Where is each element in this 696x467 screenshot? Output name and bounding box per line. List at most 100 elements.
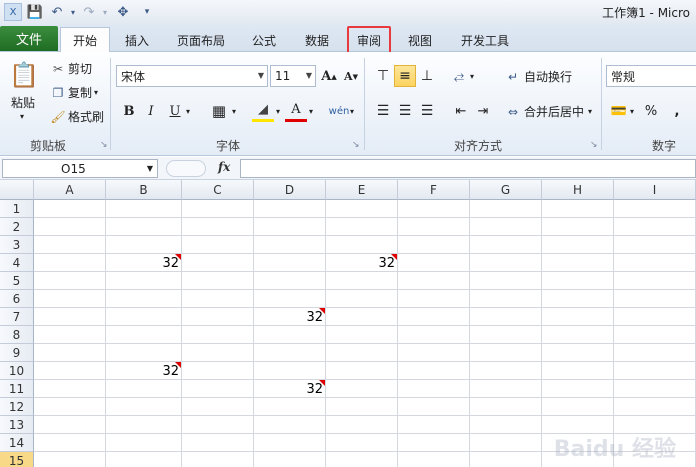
underline-dropdown-icon[interactable]: ▾ [182, 100, 194, 122]
alignment-launcher-icon[interactable]: ↘ [590, 140, 598, 150]
row-header-5[interactable]: 5 [0, 272, 34, 290]
cell-d7[interactable]: 32 [254, 308, 325, 326]
tab-home[interactable]: 开始 [60, 27, 110, 53]
gridline-vertical [253, 200, 254, 467]
orientation-dropdown-icon[interactable]: ▾ [466, 65, 478, 87]
border-icon[interactable]: ▦ [208, 100, 230, 122]
formula-bar-handle[interactable] [166, 160, 206, 177]
cell-e4[interactable]: 32 [326, 254, 397, 272]
tools-icon[interactable]: ✥ [114, 3, 132, 21]
align-bottom-icon[interactable]: ⊥ [416, 65, 438, 87]
column-header-e[interactable]: E [326, 180, 398, 200]
customize-quick-access-icon[interactable]: ▾ [138, 3, 156, 21]
row-header-1[interactable]: 1 [0, 200, 34, 218]
paste-dropdown-icon[interactable]: ▾ [20, 112, 24, 121]
number-format-select[interactable]: 常规 [606, 65, 696, 87]
comma-style-button[interactable]: , [666, 100, 688, 122]
name-box[interactable]: O15 ▼ [2, 159, 158, 178]
comment-indicator-icon[interactable] [319, 380, 325, 386]
tab-formulas[interactable]: 公式 [242, 28, 286, 52]
cell-b10[interactable]: 32 [106, 362, 181, 380]
align-top-icon[interactable]: ⊤ [372, 65, 394, 87]
row-header-15[interactable]: 15 [0, 452, 34, 467]
decrease-indent-icon[interactable]: ⇤ [450, 100, 472, 122]
column-header-a[interactable]: A [34, 180, 106, 200]
worksheet-grid[interactable]: A B C D E F G H I 1 2 3 4 5 6 7 8 9 10 11 12 13 14 15 32 32 32 32 32 [0, 180, 696, 467]
cell-b4[interactable]: 32 [106, 254, 181, 272]
comment-indicator-icon[interactable] [175, 254, 181, 260]
row-header-13[interactable]: 13 [0, 416, 34, 434]
row-header-10[interactable]: 10 [0, 362, 34, 380]
font-name-select[interactable]: 宋体 ▼ [116, 65, 268, 87]
cell-d11[interactable]: 32 [254, 380, 325, 398]
column-header-b[interactable]: B [106, 180, 182, 200]
gridline-horizontal [34, 235, 696, 236]
tab-insert[interactable]: 插入 [114, 28, 160, 52]
merge-center-button[interactable]: ⇔ 合并后居中 ▾ [504, 103, 592, 120]
row-header-6[interactable]: 6 [0, 290, 34, 308]
border-dropdown-icon[interactable]: ▾ [228, 100, 240, 122]
row-header-2[interactable]: 2 [0, 218, 34, 236]
paste-button[interactable]: 粘贴 [11, 94, 35, 111]
column-header-i[interactable]: I [614, 180, 696, 200]
name-box-dropdown-icon: ▼ [146, 164, 153, 173]
row-header-11[interactable]: 11 [0, 380, 34, 398]
tab-developer[interactable]: 开发工具 [452, 28, 518, 52]
copy-icon: ❐ [52, 85, 64, 100]
column-header-c[interactable]: C [182, 180, 254, 200]
align-left-icon[interactable]: ☰ [372, 100, 394, 122]
column-header-g[interactable]: G [470, 180, 542, 200]
font-color-dropdown-icon[interactable]: ▾ [305, 100, 317, 122]
percent-style-button[interactable]: % [640, 100, 662, 122]
phonetic-dropdown-icon[interactable]: ▾ [346, 100, 358, 122]
comment-indicator-icon[interactable] [319, 308, 325, 314]
tab-data[interactable]: 数据 [294, 28, 340, 52]
row-header-9[interactable]: 9 [0, 344, 34, 362]
comment-indicator-icon[interactable] [175, 362, 181, 368]
italic-icon[interactable]: I [140, 100, 162, 122]
align-right-icon[interactable]: ☰ [416, 100, 438, 122]
column-header-h[interactable]: H [542, 180, 614, 200]
window-title: 工作簿1 - Micro [602, 6, 690, 20]
row-header-3[interactable]: 3 [0, 236, 34, 254]
font-size-select[interactable]: 11 ▼ [270, 65, 316, 87]
formula-input[interactable] [240, 159, 696, 178]
accounting-dropdown-icon[interactable]: ▾ [626, 100, 638, 122]
row-header-4[interactable]: 4 [0, 254, 34, 272]
align-center-icon[interactable]: ☰ [394, 100, 416, 122]
gridline-horizontal [34, 307, 696, 308]
row-header-7[interactable]: 7 [0, 308, 34, 326]
row-header-14[interactable]: 14 [0, 434, 34, 452]
group-divider [601, 58, 602, 150]
tab-review[interactable]: 审阅 [347, 26, 391, 54]
tab-view[interactable]: 视图 [398, 28, 442, 52]
column-header-d[interactable]: D [254, 180, 326, 200]
select-all-corner[interactable] [0, 180, 34, 200]
font-launcher-icon[interactable]: ↘ [352, 140, 360, 150]
copy-button[interactable]: ❐ 复制 ▾ [50, 84, 98, 101]
column-header-f[interactable]: F [398, 180, 470, 200]
copy-label: 复制 [68, 86, 93, 100]
comment-indicator-icon[interactable] [391, 254, 397, 260]
cut-button[interactable]: ✂ 剪切 [50, 60, 92, 77]
bold-icon[interactable]: B [118, 100, 140, 122]
format-painter-button[interactable]: 🖌 格式刷 [50, 108, 104, 125]
save-icon[interactable]: 💾 [26, 3, 44, 21]
row-header-8[interactable]: 8 [0, 326, 34, 344]
clipboard-group-label: 剪贴板 [29, 139, 66, 153]
shrink-font-icon[interactable]: A ▼ [340, 65, 362, 87]
insert-function-icon[interactable]: fx [218, 160, 230, 174]
paste-icon[interactable]: 📋 [8, 58, 40, 92]
align-middle-icon[interactable]: ≡ [394, 65, 416, 87]
grow-font-icon[interactable]: A ▲ [318, 65, 340, 87]
increase-indent-icon[interactable]: ⇥ [472, 100, 494, 122]
fill-color-dropdown-icon[interactable]: ▾ [272, 100, 284, 122]
font-color-icon[interactable]: A [285, 100, 307, 122]
tab-file[interactable]: 文件 [0, 26, 58, 51]
fill-color-icon[interactable]: ◢ [252, 100, 274, 122]
redo-dropdown-icon[interactable]: ▾ [96, 3, 114, 21]
wrap-text-button[interactable]: ↵ 自动换行 [504, 68, 572, 85]
clipboard-launcher-icon[interactable]: ↘ [100, 140, 108, 150]
tab-page-layout[interactable]: 页面布局 [166, 28, 236, 52]
row-header-12[interactable]: 12 [0, 398, 34, 416]
